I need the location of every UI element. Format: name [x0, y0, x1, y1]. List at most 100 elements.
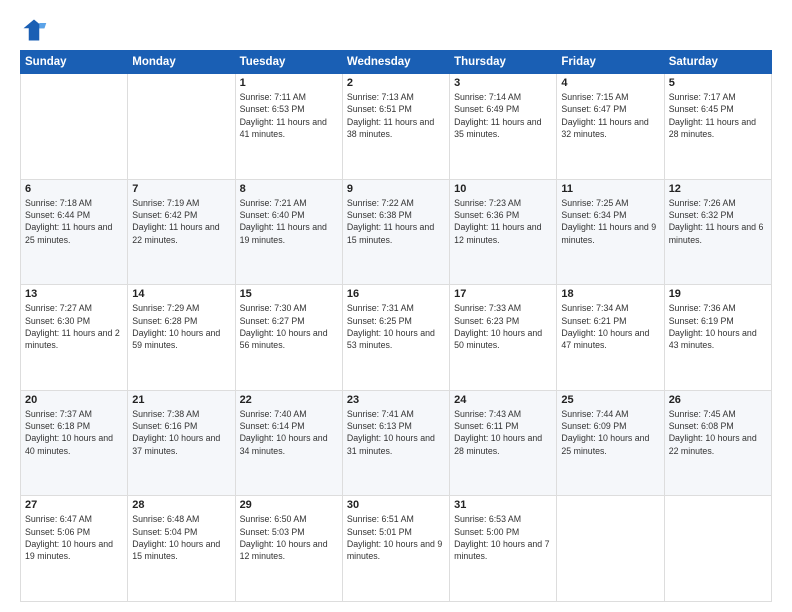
cell-content: Sunrise: 7:27 AM Sunset: 6:30 PM Dayligh… — [25, 302, 123, 351]
calendar-table: SundayMondayTuesdayWednesdayThursdayFrid… — [20, 50, 772, 602]
day-number: 1 — [240, 77, 338, 89]
calendar-cell: 14Sunrise: 7:29 AM Sunset: 6:28 PM Dayli… — [128, 285, 235, 391]
day-number: 5 — [669, 77, 767, 89]
calendar-cell: 19 Sunrise: 7:36 AM Sunset: 6:19 PM Dayli… — [664, 285, 771, 391]
cell-content: Sunrise: 7:26 AM Sunset: 6:32 PM Dayligh… — [669, 197, 767, 246]
calendar-page: SundayMondayTuesdayWednesdayThursdayFrid… — [0, 0, 792, 612]
day-number: 13 — [25, 288, 123, 300]
day-number: 15 — [240, 288, 338, 300]
cell-content: Sunrise: 7:44 AM Sunset: 6:09 PM Dayligh… — [561, 408, 659, 457]
calendar-row-4: 20 Sunrise: 7:37 AM Sunset: 6:18 PM Dayli… — [21, 390, 772, 496]
cell-content: Sunrise: 7:37 AM Sunset: 6:18 PM Dayligh… — [25, 408, 123, 457]
calendar-cell: 21 Sunrise: 7:38 AM Sunset: 6:16 PM Dayli… — [128, 390, 235, 496]
day-number: 25 — [561, 394, 659, 406]
calendar-cell: 30 Sunrise: 6:51 AM Sunset: 5:01 PM Dayli… — [342, 496, 449, 602]
day-number: 26 — [669, 394, 767, 406]
day-number: 23 — [347, 394, 445, 406]
calendar-cell: 23 Sunrise: 7:41 AM Sunset: 6:13 PM Dayli… — [342, 390, 449, 496]
cell-content: Sunrise: 7:19 AM Sunset: 6:42 PM Dayligh… — [132, 197, 230, 246]
cell-content: Sunrise: 6:48 AM Sunset: 5:04 PM Dayligh… — [132, 513, 230, 562]
cell-content: Sunrise: 7:30 AM Sunset: 6:27 PM Dayligh… — [240, 302, 338, 351]
cell-content: Sunrise: 7:11 AM Sunset: 6:53 PM Dayligh… — [240, 91, 338, 140]
calendar-cell: 2Sunrise: 7:13 AM Sunset: 6:51 PM Daylig… — [342, 74, 449, 180]
cell-content: Sunrise: 7:31 AM Sunset: 6:25 PM Dayligh… — [347, 302, 445, 351]
cell-content: Sunrise: 6:53 AM Sunset: 5:00 PM Dayligh… — [454, 513, 552, 562]
calendar-cell: 17 Sunrise: 7:33 AM Sunset: 6:23 PM Dayli… — [450, 285, 557, 391]
calendar-cell: 5Sunrise: 7:17 AM Sunset: 6:45 PM Daylig… — [664, 74, 771, 180]
cell-content: Sunrise: 7:22 AM Sunset: 6:38 PM Dayligh… — [347, 197, 445, 246]
cell-content: Sunrise: 6:47 AM Sunset: 5:06 PM Dayligh… — [25, 513, 123, 562]
calendar-row-2: 6 Sunrise: 7:18 AM Sunset: 6:44 PM Daylig… — [21, 179, 772, 285]
calendar-cell: 12 Sunrise: 7:26 AM Sunset: 6:32 PM Dayli… — [664, 179, 771, 285]
calendar-cell — [128, 74, 235, 180]
day-number: 12 — [669, 183, 767, 195]
calendar-cell: 13 Sunrise: 7:27 AM Sunset: 6:30 PM Dayli… — [21, 285, 128, 391]
cell-content: Sunrise: 7:43 AM Sunset: 6:11 PM Dayligh… — [454, 408, 552, 457]
calendar-cell: 24 Sunrise: 7:43 AM Sunset: 6:11 PM Dayli… — [450, 390, 557, 496]
calendar-cell: 6 Sunrise: 7:18 AM Sunset: 6:44 PM Daylig… — [21, 179, 128, 285]
calendar-cell — [21, 74, 128, 180]
day-number: 24 — [454, 394, 552, 406]
day-number: 27 — [25, 499, 123, 511]
logo — [20, 16, 52, 44]
day-number: 16 — [347, 288, 445, 300]
day-number: 31 — [454, 499, 552, 511]
calendar-cell: 10 Sunrise: 7:23 AM Sunset: 6:36 PM Dayli… — [450, 179, 557, 285]
calendar-cell: 27 Sunrise: 6:47 AM Sunset: 5:06 PM Dayli… — [21, 496, 128, 602]
day-number: 19 — [669, 288, 767, 300]
calendar-cell: 8 Sunrise: 7:21 AM Sunset: 6:40 PM Daylig… — [235, 179, 342, 285]
calendar-header-row: SundayMondayTuesdayWednesdayThursdayFrid… — [21, 51, 772, 74]
cell-content: Sunrise: 7:38 AM Sunset: 6:16 PM Dayligh… — [132, 408, 230, 457]
cell-content: Sunrise: 7:45 AM Sunset: 6:08 PM Dayligh… — [669, 408, 767, 457]
calendar-cell: 29Sunrise: 6:50 AM Sunset: 5:03 PM Dayli… — [235, 496, 342, 602]
col-header-sunday: Sunday — [21, 51, 128, 74]
header — [20, 16, 772, 44]
day-number: 9 — [347, 183, 445, 195]
day-number: 8 — [240, 183, 338, 195]
calendar-cell: 16 Sunrise: 7:31 AM Sunset: 6:25 PM Dayli… — [342, 285, 449, 391]
col-header-saturday: Saturday — [664, 51, 771, 74]
day-number: 22 — [240, 394, 338, 406]
day-number: 21 — [132, 394, 230, 406]
day-number: 6 — [25, 183, 123, 195]
day-number: 11 — [561, 183, 659, 195]
cell-content: Sunrise: 6:51 AM Sunset: 5:01 PM Dayligh… — [347, 513, 445, 562]
day-number: 30 — [347, 499, 445, 511]
cell-content: Sunrise: 7:13 AM Sunset: 6:51 PM Dayligh… — [347, 91, 445, 140]
day-number: 3 — [454, 77, 552, 89]
col-header-tuesday: Tuesday — [235, 51, 342, 74]
day-number: 20 — [25, 394, 123, 406]
calendar-cell: 25 Sunrise: 7:44 AM Sunset: 6:09 PM Dayli… — [557, 390, 664, 496]
day-number: 10 — [454, 183, 552, 195]
calendar-cell — [664, 496, 771, 602]
day-number: 14 — [132, 288, 230, 300]
col-header-thursday: Thursday — [450, 51, 557, 74]
cell-content: Sunrise: 7:21 AM Sunset: 6:40 PM Dayligh… — [240, 197, 338, 246]
day-number: 18 — [561, 288, 659, 300]
cell-content: Sunrise: 7:14 AM Sunset: 6:49 PM Dayligh… — [454, 91, 552, 140]
calendar-cell: 9 Sunrise: 7:22 AM Sunset: 6:38 PM Daylig… — [342, 179, 449, 285]
calendar-cell: 1 Sunrise: 7:11 AM Sunset: 6:53 PM Daylig… — [235, 74, 342, 180]
calendar-cell: 31 Sunrise: 6:53 AM Sunset: 5:00 PM Dayli… — [450, 496, 557, 602]
calendar-cell: 20 Sunrise: 7:37 AM Sunset: 6:18 PM Dayli… — [21, 390, 128, 496]
cell-content: Sunrise: 7:23 AM Sunset: 6:36 PM Dayligh… — [454, 197, 552, 246]
calendar-cell: 26 Sunrise: 7:45 AM Sunset: 6:08 PM Dayli… — [664, 390, 771, 496]
cell-content: Sunrise: 7:34 AM Sunset: 6:21 PM Dayligh… — [561, 302, 659, 351]
day-number: 7 — [132, 183, 230, 195]
calendar-cell: 4Sunrise: 7:15 AM Sunset: 6:47 PM Daylig… — [557, 74, 664, 180]
cell-content: Sunrise: 7:40 AM Sunset: 6:14 PM Dayligh… — [240, 408, 338, 457]
calendar-row-1: 1 Sunrise: 7:11 AM Sunset: 6:53 PM Daylig… — [21, 74, 772, 180]
day-number: 28 — [132, 499, 230, 511]
cell-content: Sunrise: 7:33 AM Sunset: 6:23 PM Dayligh… — [454, 302, 552, 351]
day-number: 17 — [454, 288, 552, 300]
col-header-friday: Friday — [557, 51, 664, 74]
cell-content: Sunrise: 7:25 AM Sunset: 6:34 PM Dayligh… — [561, 197, 659, 246]
col-header-wednesday: Wednesday — [342, 51, 449, 74]
calendar-cell — [557, 496, 664, 602]
calendar-row-3: 13 Sunrise: 7:27 AM Sunset: 6:30 PM Dayli… — [21, 285, 772, 391]
cell-content: Sunrise: 7:36 AM Sunset: 6:19 PM Dayligh… — [669, 302, 767, 351]
cell-content: Sunrise: 7:18 AM Sunset: 6:44 PM Dayligh… — [25, 197, 123, 246]
calendar-cell: 7 Sunrise: 7:19 AM Sunset: 6:42 PM Daylig… — [128, 179, 235, 285]
calendar-cell: 11 Sunrise: 7:25 AM Sunset: 6:34 PM Dayli… — [557, 179, 664, 285]
cell-content: Sunrise: 7:41 AM Sunset: 6:13 PM Dayligh… — [347, 408, 445, 457]
